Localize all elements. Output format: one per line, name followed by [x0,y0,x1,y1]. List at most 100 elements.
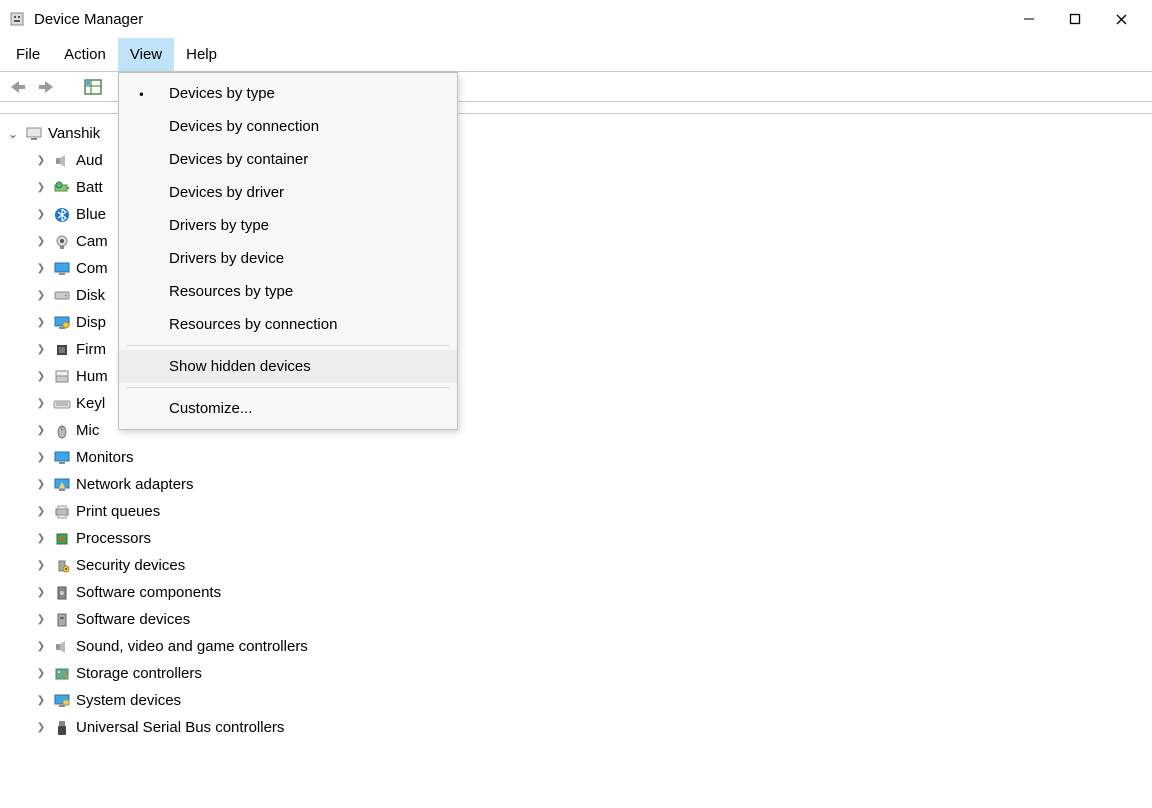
tree-item[interactable]: ❯Print queues [6,498,1152,525]
usb-icon [52,718,72,738]
network-icon [52,475,72,495]
minimize-button[interactable] [1006,3,1052,35]
chevron-right-icon[interactable]: ❯ [34,452,48,463]
disk-icon [52,286,72,306]
menu-item-label: Drivers by device [169,250,284,267]
printer-icon [52,502,72,522]
tree-item[interactable]: ❯ Sound, video and game controllers [6,633,1152,660]
menu-customize[interactable]: Customize... [119,392,457,425]
tree-item-label: Disp [76,314,106,331]
app-icon [8,10,26,28]
tree-item[interactable]: ❯ Universal Serial Bus controllers [6,714,1152,741]
menu-action[interactable]: Action [52,38,118,71]
system-icon [52,691,72,711]
chevron-right-icon[interactable]: ❯ [34,182,48,193]
tree-item-label: Processors [76,530,151,547]
menu-item-label: Devices by container [169,151,308,168]
tree-item[interactable]: ❯ Monitors [6,444,1152,471]
menu-devices-by-container[interactable]: Devices by container [119,143,457,176]
menu-devices-by-driver[interactable]: Devices by driver [119,176,457,209]
chevron-right-icon[interactable]: ❯ [34,506,48,517]
check-icon: ● [139,89,144,98]
chevron-right-icon[interactable]: ❯ [34,290,48,301]
close-button[interactable] [1098,3,1144,35]
chevron-right-icon[interactable]: ❯ [34,317,48,328]
tree-item[interactable]: ❯ Software components [6,579,1152,606]
menu-separator [127,387,449,388]
software2-icon [52,610,72,630]
menu-item-label: Show hidden devices [169,358,311,375]
tree-item-label: Software components [76,584,221,601]
menu-drivers-by-device[interactable]: Drivers by device [119,242,457,275]
tree-item[interactable]: ❯System devices [6,687,1152,714]
menu-resources-by-type[interactable]: Resources by type [119,275,457,308]
computer-icon [24,124,44,144]
menu-file[interactable]: File [4,38,52,71]
forward-button[interactable] [34,75,60,99]
chevron-right-icon[interactable]: ❯ [34,695,48,706]
speaker-icon [52,151,72,171]
tree-root-label: Vanshik [48,125,100,142]
menu-devices-by-type[interactable]: ● Devices by type [119,77,457,110]
speaker-icon [52,637,72,657]
chip-icon [52,340,72,360]
mouse-icon [52,421,72,441]
menu-view[interactable]: View [118,38,174,71]
chevron-right-icon[interactable]: ❯ [34,533,48,544]
tree-item-label: Aud [76,152,103,169]
chevron-right-icon[interactable]: ❯ [34,641,48,652]
view-dropdown: ● Devices by type Devices by connection … [118,72,458,430]
chevron-right-icon[interactable]: ❯ [34,722,48,733]
tree-item-label: Cam [76,233,108,250]
tree-item[interactable]: ❯Security devices [6,552,1152,579]
cpu-icon [52,529,72,549]
chevron-right-icon[interactable]: ❯ [34,668,48,679]
chevron-right-icon[interactable]: ❯ [34,587,48,598]
menu-item-label: Resources by type [169,283,293,300]
menu-item-label: Devices by driver [169,184,284,201]
back-button[interactable] [4,75,30,99]
menu-show-hidden-devices[interactable]: Show hidden devices [119,350,457,383]
tree-item-label: Keyl [76,395,105,412]
tree-item-label: Universal Serial Bus controllers [76,719,284,736]
window-title: Device Manager [34,11,143,28]
chevron-right-icon[interactable]: ❯ [34,614,48,625]
tree-item-label: Disk [76,287,105,304]
keyboard-icon [52,394,72,414]
storage-icon [52,664,72,684]
monitor-icon [52,448,72,468]
chevron-right-icon[interactable]: ❯ [34,560,48,571]
maximize-button[interactable] [1052,3,1098,35]
menu-item-label: Customize... [169,400,252,417]
camera-icon [52,232,72,252]
chevron-right-icon[interactable]: ❯ [34,263,48,274]
chevron-right-icon[interactable]: ❯ [34,425,48,436]
battery-icon [52,178,72,198]
chevron-right-icon[interactable]: ❯ [34,371,48,382]
display-icon [52,313,72,333]
tree-item[interactable]: ❯Storage controllers [6,660,1152,687]
hid-icon [52,367,72,387]
tree-item-label: Batt [76,179,103,196]
tree-item[interactable]: ❯Software devices [6,606,1152,633]
chevron-right-icon[interactable]: ❯ [34,209,48,220]
monitor-icon [52,259,72,279]
chevron-right-icon[interactable]: ❯ [34,155,48,166]
tree-item-label: Sound, video and game controllers [76,638,308,655]
menu-help[interactable]: Help [174,38,229,71]
chevron-right-icon[interactable]: ❯ [34,398,48,409]
menu-separator [127,345,449,346]
chevron-right-icon[interactable]: ❯ [34,236,48,247]
properties-button[interactable] [80,75,106,99]
tree-item[interactable]: ❯ Processors [6,525,1152,552]
bluetooth-icon [52,205,72,225]
menu-resources-by-connection[interactable]: Resources by connection [119,308,457,341]
menu-devices-by-connection[interactable]: Devices by connection [119,110,457,143]
tree-item-label: Hum [76,368,108,385]
chevron-down-icon[interactable]: ⌄ [6,127,20,141]
chevron-right-icon[interactable]: ❯ [34,344,48,355]
tree-item-label: Monitors [76,449,134,466]
menu-drivers-by-type[interactable]: Drivers by type [119,209,457,242]
chevron-right-icon[interactable]: ❯ [34,479,48,490]
tree-item[interactable]: ❯Network adapters [6,471,1152,498]
